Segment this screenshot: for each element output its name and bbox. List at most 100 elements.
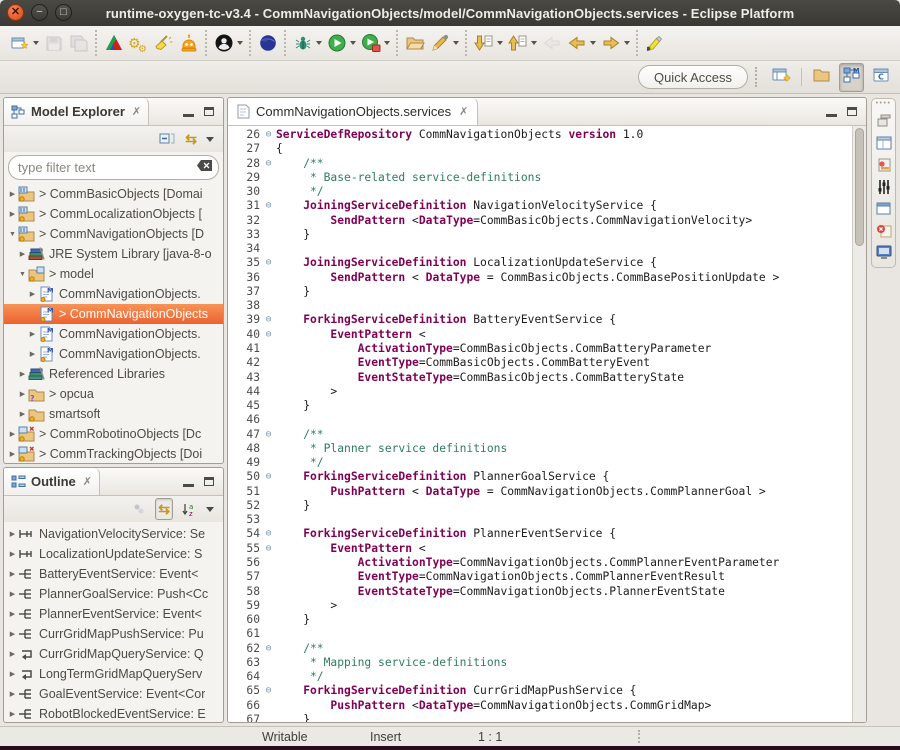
maximize-window-button[interactable]: □ [55, 4, 72, 21]
drag-handle-icon[interactable]: •••• [876, 101, 892, 107]
model-explorer-tab[interactable]: Model Explorer ✗ [4, 98, 149, 125]
chevron-collapsed-icon[interactable]: ▶ [17, 370, 28, 378]
fold-marker-icon[interactable]: ⊖ [261, 470, 276, 484]
chevron-collapsed-icon[interactable]: ▶ [27, 290, 38, 298]
outline-item[interactable]: ▶PlannerEventService: Event< [4, 604, 223, 624]
chevron-collapsed-icon[interactable]: ▶ [7, 630, 18, 638]
outline-tab[interactable]: Outline ✗ [4, 468, 100, 495]
chevron-collapsed-icon[interactable]: ▶ [17, 390, 28, 398]
dropdown-caret-icon[interactable] [350, 41, 356, 45]
back-button[interactable] [564, 32, 598, 54]
dropdown-caret-icon[interactable] [497, 41, 503, 45]
chevron-collapsed-icon[interactable]: ▶ [27, 330, 38, 338]
close-window-button[interactable]: ✕ [7, 4, 24, 21]
close-tab-icon[interactable]: ✗ [459, 105, 468, 118]
tree-item[interactable]: ▶smartsoft [4, 404, 223, 424]
maximize-view-icon[interactable] [204, 477, 214, 486]
save-button[interactable] [41, 32, 66, 54]
bookmark-view-icon[interactable] [875, 157, 893, 173]
minimize-editor-icon[interactable] [826, 106, 837, 117]
tree-item[interactable]: ▶MCommNavigationObjects. [4, 324, 223, 344]
fold-marker-icon[interactable]: ⊖ [261, 642, 276, 656]
forward-button[interactable] [598, 32, 632, 54]
clean-button[interactable] [151, 32, 176, 54]
next-annotation-button[interactable] [471, 32, 505, 54]
fold-marker-icon[interactable]: ⊖ [261, 199, 276, 213]
restore-views-icon[interactable] [875, 113, 893, 129]
fold-marker-icon[interactable]: ⊖ [261, 128, 276, 142]
maximize-view-icon[interactable] [204, 107, 214, 116]
link-with-editor-icon[interactable]: ⇆ [155, 498, 173, 520]
chevron-collapsed-icon[interactable]: ▶ [7, 650, 18, 658]
clear-filter-icon[interactable] [196, 159, 213, 177]
outline-item[interactable]: ▶GoalEventService: Event<Cor [4, 684, 223, 704]
minimize-view-icon[interactable] [183, 476, 194, 487]
tree-item[interactable]: ▶> CommRobotinoObjects [Dc [4, 424, 223, 444]
mark-occurrences-button[interactable] [642, 32, 667, 54]
close-view-icon[interactable]: ✗ [83, 475, 92, 488]
tree-item[interactable]: ▶Referenced Libraries [4, 364, 223, 384]
minimize-window-button[interactable]: − [31, 4, 48, 21]
deployment-button[interactable] [255, 32, 280, 54]
outline-item[interactable]: ▶CurrGridMapQueryService: Q [4, 644, 223, 664]
mdsd-build-button[interactable] [101, 32, 126, 54]
scrollbar-thumb[interactable] [855, 128, 864, 246]
previous-annotation-button[interactable] [505, 32, 539, 54]
window-view-icon[interactable] [875, 201, 893, 217]
dropdown-caret-icon[interactable] [453, 41, 459, 45]
focus-icon[interactable] [132, 499, 146, 519]
user-profile-button[interactable] [211, 32, 245, 54]
new-wizard-button[interactable] [7, 32, 41, 54]
tree-item[interactable]: ▼> CommNavigationObjects [D [4, 224, 223, 244]
outline-item[interactable]: ▶LongTermGridMapQueryServ [4, 664, 223, 684]
fold-marker-icon[interactable]: ⊖ [261, 157, 276, 171]
link-with-editor-icon[interactable]: ⇆ [185, 129, 197, 149]
tree-item[interactable]: ▶> CommBasicObjects [Domai [4, 184, 223, 204]
filter-input[interactable] [16, 159, 196, 176]
maximize-editor-icon[interactable] [847, 107, 857, 116]
fold-marker-icon[interactable]: ⊖ [261, 313, 276, 327]
last-edit-location-button[interactable] [539, 32, 564, 54]
chevron-collapsed-icon[interactable]: ▶ [7, 670, 18, 678]
chevron-collapsed-icon[interactable]: ▶ [7, 530, 18, 538]
tree-item[interactable]: ▶JRE System Library [java-8-o [4, 244, 223, 264]
cpp-perspective-button[interactable]: C [869, 63, 894, 92]
chevron-collapsed-icon[interactable]: ▶ [7, 610, 18, 618]
chevron-collapsed-icon[interactable]: ▶ [7, 590, 18, 598]
quick-access-button[interactable]: Quick Access [638, 65, 748, 89]
dropdown-caret-icon[interactable] [624, 41, 630, 45]
chevron-collapsed-icon[interactable]: ▶ [7, 710, 18, 718]
tree-item[interactable]: ▶?> opcua [4, 384, 223, 404]
modeling-perspective-button[interactable]: M [839, 63, 864, 92]
tree-item[interactable]: ▶> CommTrackingObjects [Doi [4, 444, 223, 463]
fold-marker-icon[interactable]: ⊖ [261, 428, 276, 442]
resource-perspective-button[interactable] [809, 63, 834, 92]
chevron-collapsed-icon[interactable]: ▶ [7, 450, 18, 458]
fold-marker-icon[interactable]: ⊖ [261, 328, 276, 342]
chevron-expanded-icon[interactable]: ▼ [17, 271, 28, 278]
dropdown-caret-icon[interactable] [384, 41, 390, 45]
chevron-collapsed-icon[interactable]: ▶ [7, 550, 18, 558]
collapse-all-icon[interactable] [158, 129, 176, 149]
fold-marker-icon[interactable]: ⊖ [261, 527, 276, 541]
fold-marker-icon[interactable]: ⊖ [261, 684, 276, 698]
robot-tools-button[interactable] [176, 32, 201, 54]
run-button[interactable] [324, 32, 358, 54]
outline-item[interactable]: ▶PlannerGoalService: Push<Cc [4, 584, 223, 604]
dropdown-caret-icon[interactable] [237, 41, 243, 45]
open-resource-button[interactable] [402, 32, 427, 54]
outline-item[interactable]: ▶CurrGridMapPushService: Pu [4, 624, 223, 644]
external-tools-button[interactable] [358, 32, 392, 54]
dropdown-caret-icon[interactable] [316, 41, 322, 45]
code-editor[interactable]: 26⊖ServiceDefRepository CommNavigationOb… [228, 126, 852, 722]
outline-item[interactable]: ▶BatteryEventService: Event< [4, 564, 223, 584]
open-perspective-button[interactable] [768, 62, 794, 93]
dropdown-caret-icon[interactable] [590, 41, 596, 45]
tree-item[interactable]: ▶MCommNavigationObjects. [4, 344, 223, 364]
chevron-collapsed-icon[interactable]: ▶ [7, 570, 18, 578]
fold-marker-icon[interactable]: ⊖ [261, 542, 276, 556]
pin-editor-button[interactable] [427, 32, 461, 54]
editor-scrollbar[interactable] [852, 126, 866, 722]
dropdown-caret-icon[interactable] [531, 41, 537, 45]
fold-marker-icon[interactable]: ⊖ [261, 256, 276, 270]
